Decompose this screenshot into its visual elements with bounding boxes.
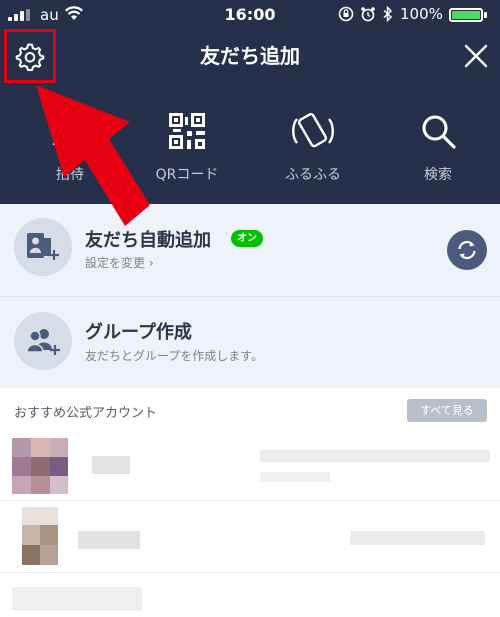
annotation-arrow	[36, 85, 150, 226]
